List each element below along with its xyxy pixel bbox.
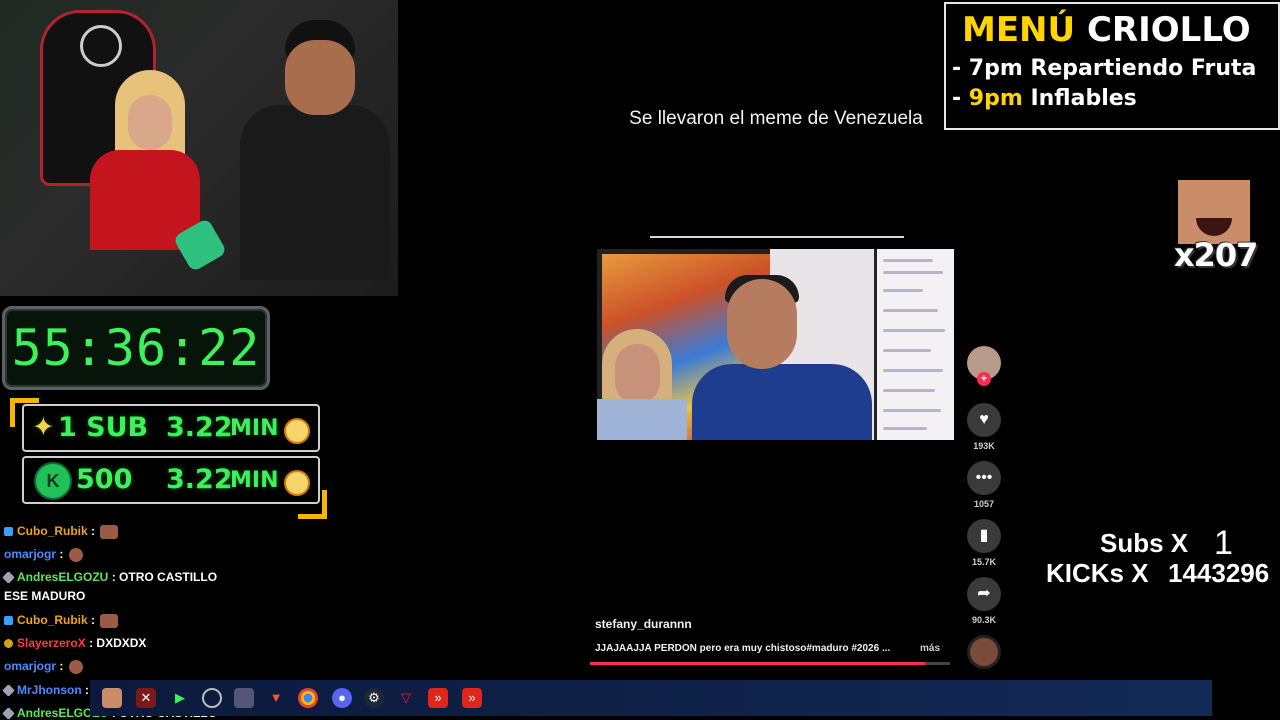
like-count: 193K [973, 441, 995, 451]
badge-icon [4, 616, 13, 626]
discord-icon[interactable]: ● [332, 688, 352, 708]
brave-browser-icon[interactable]: ▼ [266, 688, 286, 708]
kick-rate-row: K 500 3.22 MIN [22, 456, 320, 504]
app-icon[interactable]: » [428, 688, 448, 708]
chrome-icon[interactable] [298, 688, 318, 708]
kick-rate-time: 3.22 [166, 464, 233, 495]
comment-count: 1057 [973, 499, 995, 509]
chat-message: MrJhonson : [2, 683, 89, 698]
chat-username: omarjogr [4, 659, 57, 673]
app-icon[interactable] [102, 688, 122, 708]
chat-message: omarjogr : [4, 547, 83, 562]
emote-counter: x207 [1174, 180, 1258, 274]
webcam-feed [0, 0, 398, 296]
kicks-value: 1443296 [1168, 558, 1270, 588]
sub-rate-time: 3.22 [166, 412, 233, 443]
video-description: JJAJAAJJA PERDON pero era muy chistoso#m… [595, 643, 891, 654]
emote-icon [68, 659, 83, 674]
app-icon[interactable]: » [462, 688, 482, 708]
laughing-face-emote-icon [1178, 180, 1250, 244]
share-action[interactable]: ➦ 90.3K [964, 577, 1004, 625]
emote-count: x207 [1174, 236, 1258, 274]
chat-username: SlayerzeroX [17, 636, 86, 650]
menu-line-2-time: 9pm [968, 86, 1023, 111]
menu-title-b: CRIOLLO [1086, 10, 1251, 50]
chat-text: ESE MADURO [4, 589, 86, 603]
chat-message: ESE MADURO [4, 589, 85, 603]
steam-icon[interactable]: ⚙ [364, 688, 384, 708]
bookmark-icon[interactable]: ▮ [967, 519, 1001, 553]
diamond-badge-icon [2, 684, 15, 698]
play-icon[interactable]: ▶ [170, 688, 190, 708]
chair-logo-icon [80, 25, 122, 67]
video-caption: Se llevaron el meme de Venezuela [629, 108, 923, 129]
music-disc[interactable] [964, 635, 1004, 669]
badge-icon [4, 639, 13, 649]
chat-message: Cubo_Rubik : [4, 613, 119, 628]
chat-username: AndresELGOZU [17, 570, 109, 584]
save-action[interactable]: ▮ 15.7K [964, 519, 1004, 567]
corner-bracket-icon [298, 490, 327, 519]
menu-line-2: - 9pm Inflables [952, 86, 1137, 111]
subathon-timer: 55:36:22 [11, 319, 261, 377]
author-avatar[interactable]: + [964, 346, 1004, 386]
man-in-video [692, 275, 872, 440]
video-author[interactable]: stefany_durannn [595, 617, 692, 631]
chat-text: DXDXDX [96, 636, 147, 650]
chat-username: Cubo_Rubik [17, 613, 88, 627]
kicks-label: KICKs X [1046, 558, 1149, 588]
badge-icon [4, 527, 13, 537]
menu-title-a: MENÚ [962, 10, 1076, 50]
chat-username: omarjogr [4, 547, 57, 561]
chat-message: Cubo_Rubik : [4, 524, 119, 539]
comment-action[interactable]: ••• 1057 [964, 461, 1004, 509]
sub-rate-row: ✦ 1 SUB 3.22 MIN [22, 404, 320, 452]
emote-icon [100, 524, 119, 539]
save-count: 15.7K [971, 557, 997, 567]
emote-icon [100, 613, 119, 628]
kick-gem-icon: K [34, 462, 72, 500]
emote-icon [68, 547, 83, 562]
obs-icon[interactable] [202, 688, 222, 708]
menu-panel: MENÚ CRIOLLO - 7pm Repartiendo Fruta - 9… [944, 2, 1280, 130]
video-progress-bar[interactable] [590, 662, 950, 665]
share-arrow-icon[interactable]: ➦ [967, 577, 1001, 611]
tiktok-video[interactable] [597, 249, 954, 440]
app-icon[interactable]: ▽ [396, 688, 416, 708]
chat-text: OTRO CASTILLO [119, 570, 218, 584]
screenshot-document [877, 249, 954, 440]
clock-icon [284, 418, 310, 444]
woman-in-video [597, 329, 687, 440]
comment-icon[interactable]: ••• [967, 461, 1001, 495]
menu-line-1: - 7pm Repartiendo Fruta [952, 56, 1257, 81]
app-icon[interactable]: ✕ [136, 688, 156, 708]
chat-message: AndresELGOZU : OTRO CASTILLO [2, 570, 218, 585]
subathon-timer-panel: 55:36:22 [2, 306, 270, 390]
goal-counters: Subs X 1 KICKs X 1443296 [1040, 524, 1280, 592]
streamer-left [90, 70, 200, 250]
sub-rate-unit: MIN [230, 416, 279, 441]
heart-icon[interactable]: ♥ [967, 403, 1001, 437]
more-link[interactable]: más [920, 643, 940, 654]
taskbar: ✕ ▶ ▼ ● ⚙ ▽ » » [90, 680, 1212, 716]
streamer-right [240, 20, 390, 280]
sub-rate-label: 1 SUB [58, 412, 149, 443]
kick-rate-label: 500 [76, 464, 133, 495]
video-top-divider [650, 236, 904, 238]
follow-plus-icon[interactable]: + [977, 372, 991, 386]
chat-message: omarjogr : [4, 659, 83, 674]
subs-label: Subs X [1100, 528, 1189, 558]
diamond-badge-icon [2, 707, 15, 720]
music-disc-icon[interactable] [967, 635, 1001, 669]
diamond-badge-icon [2, 571, 15, 585]
share-count: 90.3K [971, 615, 997, 625]
chat-message: SlayerzeroX : DXDXDX [4, 636, 146, 650]
chat-username: Cubo_Rubik [17, 524, 88, 538]
video-progress-fill [590, 662, 925, 665]
like-action[interactable]: ♥ 193K [964, 403, 1004, 451]
chat-username: MrJhonson [17, 683, 82, 697]
kick-rate-unit: MIN [230, 468, 279, 493]
corner-bracket-icon [10, 398, 39, 427]
app-icon[interactable] [234, 688, 254, 708]
